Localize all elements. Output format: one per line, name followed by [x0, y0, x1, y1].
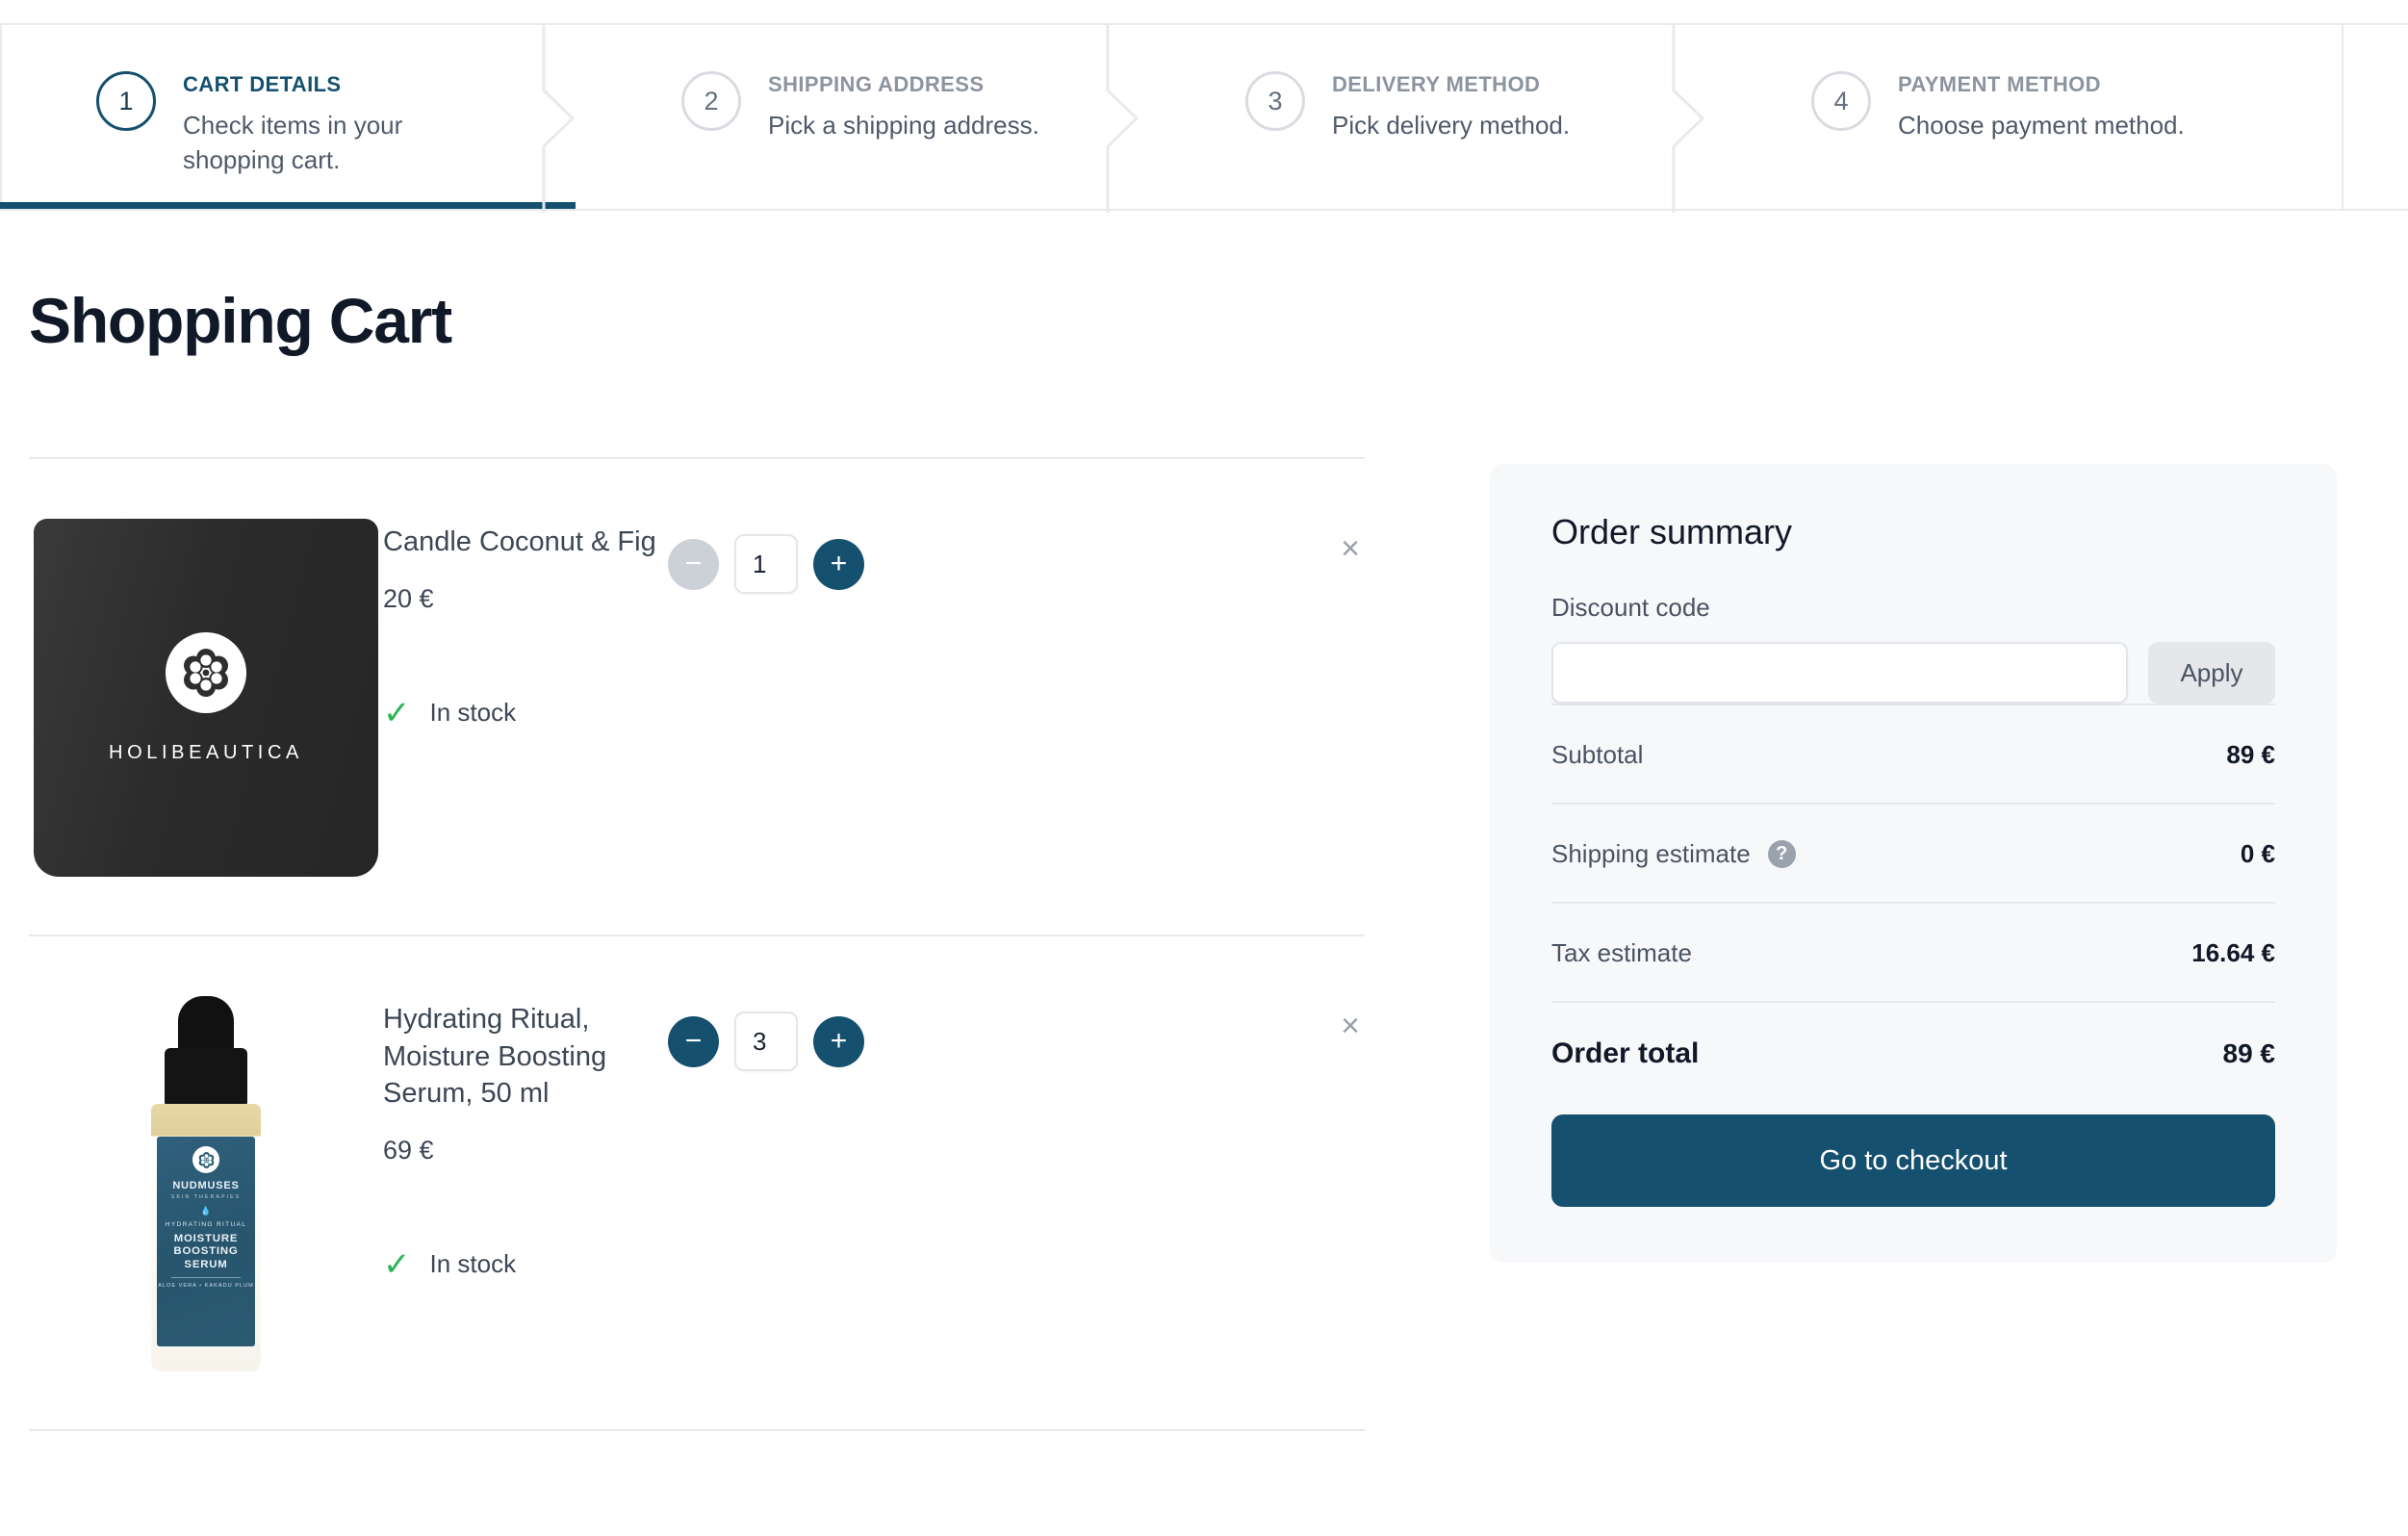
product-info: Hydrating Ritual, Moisture Boosting Seru…: [383, 996, 668, 1281]
stepper-step-cart-details[interactable]: 1 CART DETAILS Check items in your shopp…: [0, 25, 576, 213]
product-name[interactable]: Candle Coconut & Fig: [383, 524, 668, 561]
product-name[interactable]: Hydrating Ritual, Moisture Boosting Seru…: [383, 1001, 668, 1113]
remove-item-button[interactable]: ×: [1334, 1010, 1367, 1042]
cart-item-list: HOLIBEAUTICA Candle Coconut & Fig 20 € ✓…: [29, 457, 1365, 1431]
droplet-icon: 💧: [200, 1206, 212, 1216]
stepper-step-delivery-method[interactable]: 3 DELIVERY METHOD Pick delivery method.: [1140, 25, 1706, 213]
stock-status-label: In stock: [429, 698, 517, 728]
product-price: 20 €: [383, 583, 434, 613]
quantity-input[interactable]: [734, 534, 798, 594]
summary-label: Tax estimate: [1551, 938, 1692, 967]
step-divider: [0, 25, 2, 202]
cart-item-row: NUDMUSES SKIN THERAPIES 💧 HYDRATING RITU…: [29, 936, 1365, 1429]
step-chevron-icon: [542, 25, 576, 213]
summary-label: Shipping estimate ?: [1551, 839, 1796, 869]
product-thumbnail[interactable]: NUDMUSES SKIN THERAPIES 💧 HYDRATING RITU…: [29, 996, 383, 1371]
step-text-block: DELIVERY METHOD Pick delivery method.: [1332, 71, 1570, 143]
step-title: SHIPPING ADDRESS: [768, 72, 985, 96]
stock-status: ✓ In stock: [383, 697, 516, 730]
step-chevron-icon: [1106, 25, 1140, 213]
product-thumbnail[interactable]: HOLIBEAUTICA: [29, 519, 383, 877]
summary-label: Subtotal: [1551, 740, 1644, 769]
list-divider: [29, 1429, 1365, 1431]
discount-code-input[interactable]: [1551, 642, 2128, 704]
step-title: PAYMENT METHOD: [1898, 72, 2101, 96]
go-to-checkout-button[interactable]: Go to checkout: [1551, 1114, 2275, 1207]
step-description: Check items in your shopping cart.: [183, 111, 403, 174]
summary-row-shipping-estimate: Shipping estimate ? 0 €: [1551, 803, 2275, 902]
discount-code-label: Discount code: [1551, 593, 1710, 622]
dropper-cap: [178, 996, 234, 1054]
summary-value: 16.64 €: [2191, 938, 2275, 967]
step-number-badge: 4: [1811, 71, 1871, 131]
cart-item-row: HOLIBEAUTICA Candle Coconut & Fig 20 € ✓…: [29, 459, 1365, 934]
product-price: 69 €: [383, 1135, 434, 1165]
discount-code-row: Apply: [1551, 642, 2275, 704]
serum-product-image: NUDMUSES SKIN THERAPIES 💧 HYDRATING RITU…: [141, 996, 270, 1371]
brand-flower-logo-icon: [166, 631, 246, 713]
summary-row-tax-estimate: Tax estimate 16.64 €: [1551, 902, 2275, 1001]
serum-subbrand-text: SKIN THERAPIES: [170, 1194, 242, 1200]
brand-flower-logo-icon: [192, 1146, 219, 1173]
dropper-collar: [165, 1048, 247, 1108]
bottle-body: NUDMUSES SKIN THERAPIES 💧 HYDRATING RITU…: [151, 1104, 261, 1371]
check-icon: ✓: [383, 694, 411, 731]
step-number-badge: 1: [96, 71, 156, 131]
summary-value: 0 €: [2240, 839, 2275, 868]
quantity-input[interactable]: [734, 1011, 798, 1071]
page-title: Shopping Cart: [29, 285, 452, 356]
stock-status: ✓ In stock: [383, 1248, 516, 1281]
serum-product-text: MOISTURE BOOSTING SERUM: [173, 1233, 239, 1270]
step-text-block: SHIPPING ADDRESS Pick a shipping address…: [768, 71, 1039, 143]
serum-brand-text: NUDMUSES: [172, 1180, 240, 1191]
stock-status-label: In stock: [429, 1249, 517, 1279]
bottle-label: NUDMUSES SKIN THERAPIES 💧 HYDRATING RITU…: [157, 1137, 255, 1346]
stepper-step-payment-method[interactable]: 4 PAYMENT METHOD Choose payment method.: [1705, 25, 2344, 209]
step-text-block: PAYMENT METHOD Choose payment method.: [1898, 71, 2185, 143]
decrement-quantity-button[interactable]: −: [668, 1015, 719, 1067]
step-number-badge: 2: [681, 71, 741, 131]
quantity-stepper: − +: [668, 519, 864, 594]
increment-quantity-button[interactable]: +: [813, 538, 864, 590]
order-total-value: 89 €: [2222, 1038, 2276, 1068]
step-description: Pick delivery method.: [1332, 111, 1571, 140]
quantity-stepper: − +: [668, 996, 864, 1071]
product-info: Candle Coconut & Fig 20 € ✓ In stock: [383, 519, 668, 730]
help-question-icon[interactable]: ?: [1767, 840, 1796, 868]
step-description: Choose payment method.: [1898, 111, 2185, 140]
order-total-label: Order total: [1551, 1037, 1700, 1069]
stepper-step-shipping-address[interactable]: 2 SHIPPING ADDRESS Pick a shipping addre…: [576, 25, 1140, 213]
step-text-block: CART DETAILS Check items in your shoppin…: [183, 71, 472, 178]
increment-quantity-button[interactable]: +: [813, 1015, 864, 1067]
step-title: CART DETAILS: [183, 72, 342, 96]
check-icon: ✓: [383, 1245, 411, 1283]
order-summary-panel: Order summary Discount code Apply Subtot…: [1490, 464, 2337, 1263]
step-chevron-icon: [1672, 25, 1706, 213]
apply-discount-button[interactable]: Apply: [2148, 642, 2275, 704]
remove-item-button[interactable]: ×: [1334, 532, 1367, 565]
step-number-badge: 3: [1245, 71, 1305, 131]
summary-value: 89 €: [2226, 740, 2275, 769]
serum-ingredients-text: ALOE VERA • KAKADU PLUM: [158, 1283, 254, 1290]
step-description: Pick a shipping address.: [768, 111, 1039, 140]
decrement-quantity-button[interactable]: −: [668, 538, 719, 590]
order-summary-title: Order summary: [1551, 512, 1793, 551]
candle-product-image: HOLIBEAUTICA: [34, 519, 378, 877]
summary-row-order-total: Order total 89 €: [1551, 1001, 2275, 1103]
summary-label-text: Shipping estimate: [1551, 839, 1751, 868]
step-title: DELIVERY METHOD: [1332, 72, 1541, 96]
checkout-stepper: 1 CART DETAILS Check items in your shopp…: [0, 23, 2408, 213]
candle-brand-text: HOLIBEAUTICA: [109, 741, 303, 763]
summary-row-subtotal: Subtotal 89 €: [1551, 704, 2275, 803]
serum-ritual-text: HYDRATING RITUAL: [165, 1221, 247, 1228]
step-divider: [2342, 25, 2344, 209]
label-rule: [171, 1277, 241, 1279]
